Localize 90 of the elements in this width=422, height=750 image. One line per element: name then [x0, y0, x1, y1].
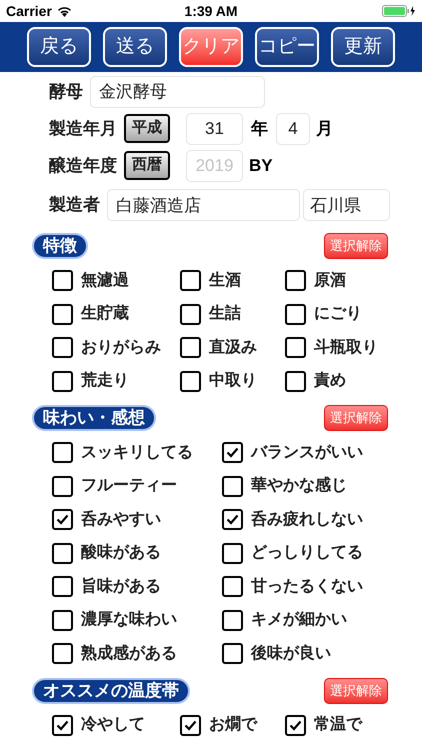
- checkbox[interactable]: [52, 337, 73, 358]
- checkbox[interactable]: [285, 270, 306, 292]
- checkbox[interactable]: [52, 643, 73, 664]
- era-button[interactable]: 西暦: [124, 151, 170, 180]
- toolbar-button[interactable]: 戻る: [27, 27, 91, 67]
- checkbox[interactable]: [52, 370, 73, 392]
- option-label: 冷やして: [81, 714, 145, 736]
- toolbar-button[interactable]: コピー: [255, 27, 319, 67]
- check-icon: [226, 447, 239, 458]
- input-field[interactable]: 白藤酒造店: [107, 189, 300, 221]
- checkbox[interactable]: [52, 270, 73, 292]
- checkbox[interactable]: [222, 442, 243, 464]
- checkbox[interactable]: [285, 304, 306, 325]
- option-label: 常温で: [314, 714, 362, 736]
- option-label: おりがらみ: [81, 338, 161, 358]
- option-label: 後味が良い: [251, 643, 331, 664]
- input-field[interactable]: 石川県: [303, 189, 390, 221]
- option-label: 呑み疲れしない: [251, 509, 363, 530]
- checkbox[interactable]: [222, 643, 243, 664]
- option-label: 直汲み: [209, 338, 257, 358]
- unit-label: 年: [251, 118, 268, 140]
- option-label: 生貯蔵: [81, 303, 129, 324]
- checkbox[interactable]: [180, 304, 201, 325]
- option-label: 生詰: [209, 304, 241, 324]
- checkbox[interactable]: [285, 714, 306, 736]
- option-label: 生酒: [209, 270, 241, 291]
- check-icon: [56, 514, 69, 526]
- check-icon: [289, 720, 302, 731]
- option-label: 中取り: [209, 370, 257, 392]
- checkbox[interactable]: [222, 542, 243, 564]
- check-icon: [226, 514, 239, 526]
- input-field[interactable]: 金沢酵母: [90, 76, 265, 108]
- checkbox[interactable]: [180, 337, 201, 358]
- checkbox[interactable]: [52, 442, 73, 464]
- input-field[interactable]: 4: [276, 112, 310, 144]
- input-field[interactable]: 31: [186, 112, 243, 144]
- checkbox[interactable]: [52, 576, 73, 598]
- option-label: 濃厚な味わい: [81, 610, 177, 630]
- checkbox[interactable]: [52, 542, 73, 564]
- wifi-icon: [56, 6, 72, 16]
- checkbox[interactable]: [285, 370, 306, 392]
- carrier-label: Carrier: [6, 2, 52, 20]
- option-label: 原酒: [314, 270, 346, 291]
- toolbar-button[interactable]: 送る: [103, 27, 167, 67]
- check-icon: [184, 720, 197, 731]
- checkbox[interactable]: [180, 370, 201, 392]
- field-label: 醸造年度: [49, 154, 117, 177]
- suffix-label: BY: [249, 154, 273, 177]
- check-icon: [56, 720, 69, 731]
- section-title: 味わい・感想: [34, 407, 154, 429]
- option-label: 斗瓶取り: [314, 338, 378, 358]
- checkbox[interactable]: [52, 476, 73, 497]
- unit-label: 月: [316, 118, 333, 140]
- option-label: スッキリしてる: [81, 442, 193, 463]
- option-label: お燗で: [209, 714, 257, 736]
- checkbox[interactable]: [52, 610, 73, 631]
- checkbox[interactable]: [222, 610, 243, 631]
- option-label: 熟成感がある: [81, 643, 177, 664]
- option-label: キメが細かい: [251, 610, 347, 630]
- input-field[interactable]: 2019: [186, 150, 243, 182]
- checkbox[interactable]: [52, 509, 73, 530]
- checkbox[interactable]: [285, 337, 306, 358]
- option-label: 責め: [314, 370, 346, 392]
- field-label: 酵母: [49, 80, 83, 103]
- option-label: 旨味がある: [81, 576, 161, 597]
- option-label: 無濾過: [81, 270, 129, 291]
- option-label: 呑みやすい: [81, 509, 161, 530]
- field-label: 製造者: [49, 194, 100, 216]
- option-label: 荒走り: [81, 370, 129, 392]
- option-label: バランスがいい: [251, 442, 363, 463]
- checkbox[interactable]: [222, 476, 243, 497]
- checkbox[interactable]: [180, 714, 201, 736]
- option-label: 酸味がある: [81, 542, 161, 564]
- option-label: 甘ったるくない: [251, 576, 363, 597]
- section-title: 特徴: [34, 235, 86, 257]
- checkbox[interactable]: [180, 270, 201, 292]
- option-label: どっしりしてる: [251, 543, 363, 564]
- status-time: 1:39 AM: [184, 2, 238, 20]
- checkbox[interactable]: [52, 714, 73, 736]
- checkbox[interactable]: [222, 509, 243, 530]
- era-button[interactable]: 平成: [124, 114, 170, 143]
- checkbox[interactable]: [222, 576, 243, 598]
- battery-icon: [382, 5, 416, 17]
- toolbar-button[interactable]: 更新: [331, 27, 395, 67]
- option-label: にごり: [314, 304, 362, 324]
- section-title: オススメの温度帯: [34, 680, 188, 702]
- option-label: フルーティー: [81, 476, 177, 496]
- option-label: 華やかな感じ: [251, 476, 347, 496]
- checkbox[interactable]: [52, 304, 73, 325]
- field-label: 製造年月: [49, 118, 117, 140]
